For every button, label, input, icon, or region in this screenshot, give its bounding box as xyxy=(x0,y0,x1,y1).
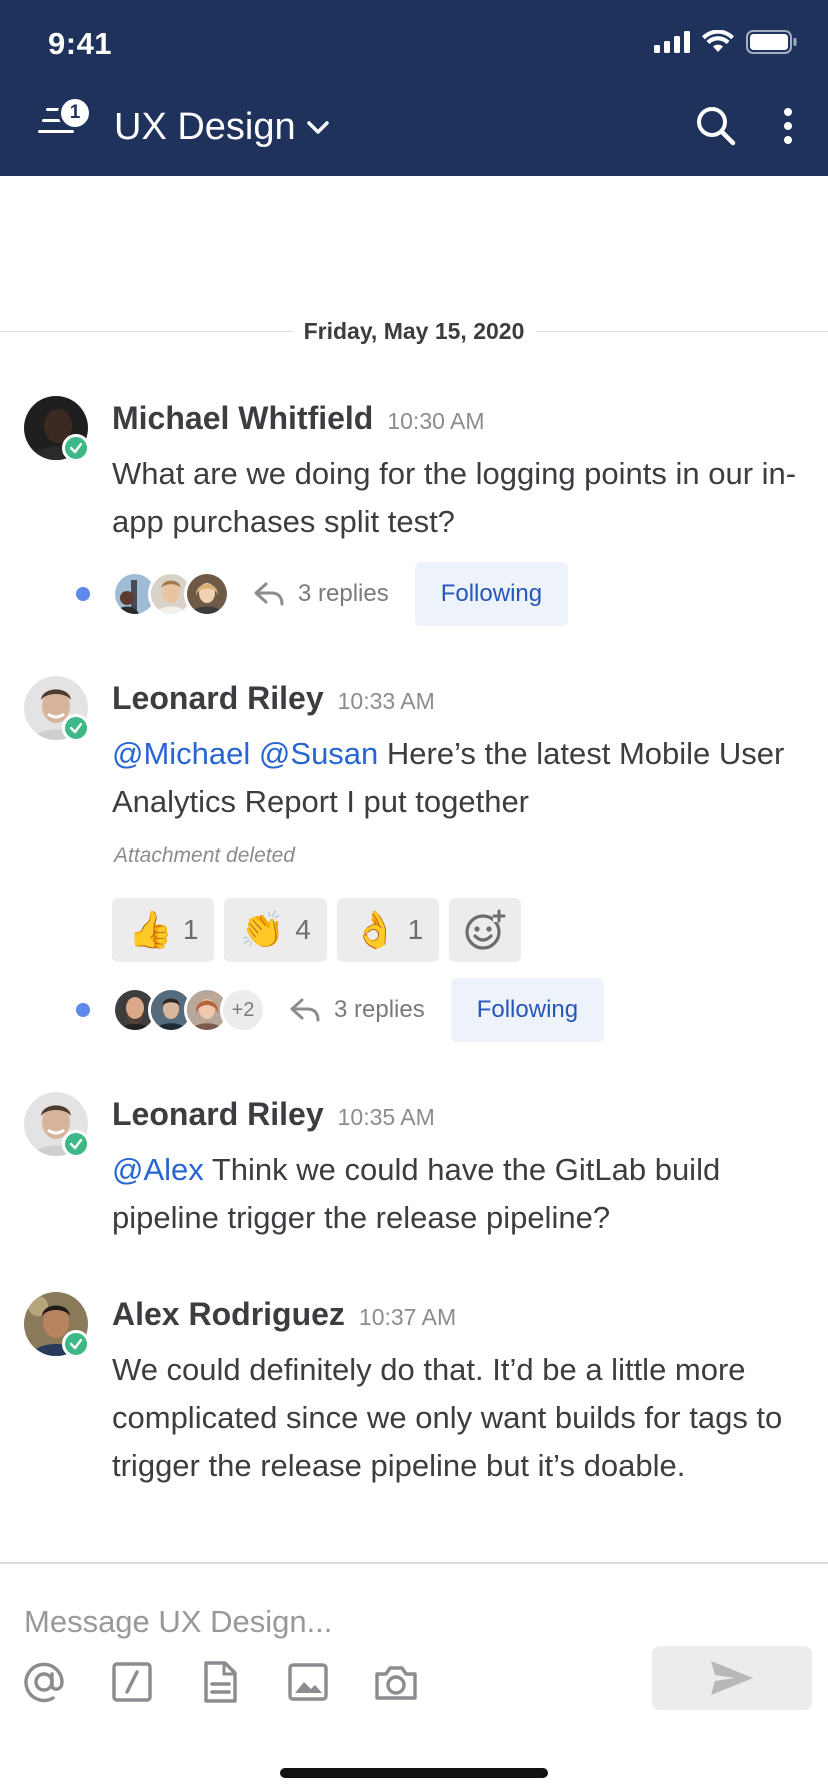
mention-link[interactable]: @Michael xyxy=(112,736,250,771)
reaction-count: 1 xyxy=(182,914,199,945)
reaction-count: 4 xyxy=(295,914,311,945)
thread-footer: 3 replies Following xyxy=(76,562,569,626)
at-mention-button[interactable] xyxy=(22,1660,66,1704)
post-message: We could definitely do that. It’d be a l… xyxy=(112,1352,783,1483)
post-message: @Alex Think we could have the GitLab bui… xyxy=(112,1146,802,1242)
post-time: 10:30 AM xyxy=(387,408,485,434)
at-mention-icon xyxy=(24,1662,64,1703)
send-button[interactable] xyxy=(652,1646,812,1710)
message-input[interactable] xyxy=(24,1604,724,1640)
thread-replies-button[interactable]: 3 replies xyxy=(290,996,425,1024)
attach-image-button[interactable] xyxy=(286,1660,330,1704)
chevron-down-icon xyxy=(306,120,329,134)
post-author[interactable]: Leonard Riley xyxy=(112,1096,324,1133)
following-button[interactable]: Following xyxy=(450,978,605,1042)
reaction-thumbs-up[interactable]: 👍 1 xyxy=(112,898,215,962)
thread-participants[interactable] xyxy=(112,571,230,617)
unread-thread-dot xyxy=(76,1003,90,1017)
clap-emoji-icon: 👏 xyxy=(240,909,286,950)
slash-command-icon xyxy=(112,1662,152,1702)
status-bar-time: 9:41 xyxy=(48,26,113,61)
search-icon xyxy=(697,107,736,146)
post-message: @Michael @Susan Here’s the latest Mobile… xyxy=(112,730,802,826)
reply-icon xyxy=(254,582,284,606)
reactions-bar: 👍 1 👏 4 👌 1 xyxy=(112,898,522,962)
reaction-ok-hand[interactable]: 👌 1 xyxy=(336,898,440,962)
channel-options-button[interactable] xyxy=(770,104,806,148)
add-reaction-button[interactable] xyxy=(449,898,522,962)
post-header: Leonard Riley 10:35 AM xyxy=(112,1096,435,1133)
message-composer xyxy=(0,1562,828,1792)
thread-replies-button[interactable]: 3 replies xyxy=(254,580,389,608)
camera-button[interactable] xyxy=(374,1660,418,1704)
post-time: 10:37 AM xyxy=(358,1304,457,1330)
post-author[interactable]: Michael Whitfield xyxy=(112,400,373,437)
post-author[interactable]: Alex Rodriguez xyxy=(112,1296,345,1333)
post-header: Michael Whitfield 10:30 AM xyxy=(112,400,485,437)
slash-command-button[interactable] xyxy=(110,1660,154,1704)
signal-icon xyxy=(654,31,690,53)
channel-name: UX Design xyxy=(114,106,296,148)
home-indicator xyxy=(280,1768,548,1778)
ok-hand-emoji-icon: 👌 xyxy=(352,909,398,950)
unread-thread-dot xyxy=(76,587,90,601)
online-status-icon xyxy=(62,1330,90,1358)
online-status-icon xyxy=(62,714,90,742)
status-bar-icons xyxy=(654,30,798,54)
post-message: What are we doing for the logging points… xyxy=(112,456,797,539)
thread-participants[interactable]: +2 xyxy=(112,987,266,1033)
unread-mentions-badge: 1 xyxy=(58,96,92,130)
online-status-icon xyxy=(62,1130,90,1158)
file-icon xyxy=(204,1661,237,1703)
attachment-deleted-note: Attachment deleted xyxy=(114,844,295,867)
channel-header: 9:41 1 UX Design xyxy=(0,0,828,176)
thread-footer: +2 3 replies Following xyxy=(76,978,605,1042)
post-message-text: Think we could have the GitLab build pip… xyxy=(112,1152,721,1235)
thumbs-up-emoji-icon: 👍 xyxy=(128,909,173,950)
post-time: 10:35 AM xyxy=(337,1104,435,1130)
send-icon xyxy=(711,1661,753,1695)
camera-icon xyxy=(375,1666,417,1700)
image-icon xyxy=(288,1663,328,1701)
post-header: Alex Rodriguez 10:37 AM xyxy=(112,1296,456,1333)
following-button[interactable]: Following xyxy=(414,562,569,626)
mention-link[interactable]: @Alex xyxy=(112,1152,204,1187)
thread-replies-count: 3 replies xyxy=(334,996,425,1023)
channel-title-dropdown[interactable]: UX Design xyxy=(114,106,330,149)
mention-link[interactable]: @Susan xyxy=(259,736,378,771)
online-status-icon xyxy=(62,434,90,462)
post-header: Leonard Riley 10:33 AM xyxy=(112,680,435,717)
participant-avatar xyxy=(184,571,230,617)
date-separator-label: Friday, May 15, 2020 xyxy=(291,318,537,344)
post-author[interactable]: Leonard Riley xyxy=(112,680,324,717)
more-vertical-icon xyxy=(784,108,792,144)
reply-icon xyxy=(290,998,320,1022)
attach-file-button[interactable] xyxy=(198,1660,242,1704)
reaction-count: 1 xyxy=(407,914,424,945)
wifi-icon xyxy=(702,30,734,52)
thread-replies-count: 3 replies xyxy=(298,580,389,607)
search-button[interactable] xyxy=(694,104,738,148)
battery-icon xyxy=(746,30,797,54)
more-participants-count: +2 xyxy=(220,987,266,1033)
date-separator: Friday, May 15, 2020 xyxy=(0,314,828,354)
reaction-clap[interactable]: 👏 4 xyxy=(224,898,327,962)
add-emoji-icon xyxy=(465,909,506,950)
post-time: 10:33 AM xyxy=(337,688,435,714)
